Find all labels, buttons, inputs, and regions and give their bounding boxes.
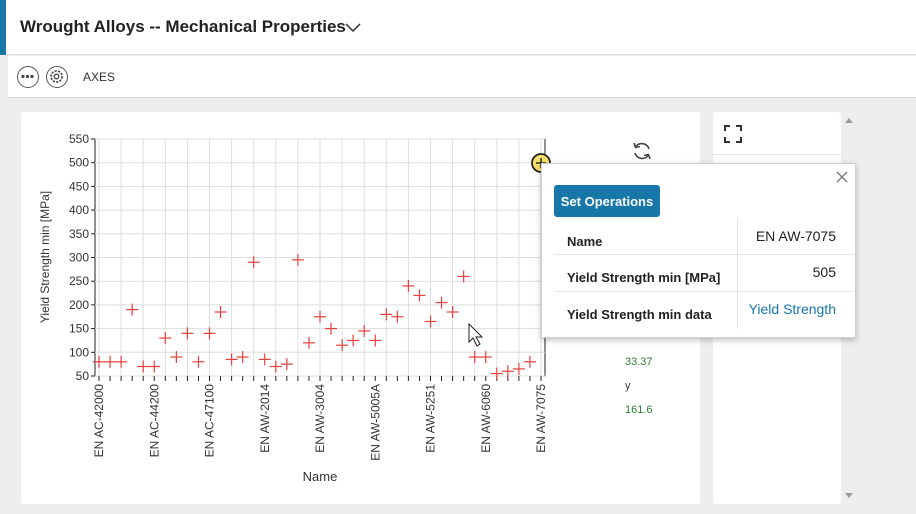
fullscreen-icon[interactable] [724,125,742,143]
y-axis-label: Yield Strength min [MPa] [38,191,52,323]
row-separator [737,255,738,291]
stat-y-value: 161.6 [625,404,653,416]
x-tick-label: EN AW-2014 [258,384,272,453]
row-separator [737,292,738,329]
detail-value: 505 [812,264,836,280]
gear-icon [50,70,63,83]
y-tick-label: 250 [69,274,89,288]
detail-key: Yield Strength min data [567,307,712,322]
x-tick-label: EN AC-44200 [147,384,161,458]
set-operations-button[interactable]: Set Operations [554,185,660,217]
side-divider [713,154,841,155]
header-accent-bar [0,0,6,55]
x-tick-label: EN AW-3004 [313,384,327,453]
x-tick-label: EN AW-5251 [424,384,438,453]
y-tick-label: 100 [69,345,89,359]
x-tick-label: EN AW-7075 [534,384,548,453]
detail-key: Name [567,234,603,249]
detail-row-name: Name EN AW-7075 [554,218,854,255]
toolbar: AXES [8,56,916,98]
x-tick-label: EN AC-42000 [92,384,106,458]
y-tick-label: 150 [69,322,89,336]
y-tick-label: 400 [69,203,89,217]
y-tick-label: 450 [69,179,89,193]
detail-row-yield: Yield Strength min [MPa] 505 [554,255,854,292]
refresh-icon[interactable] [630,139,654,163]
ellipsis-icon [21,74,34,79]
detail-key: Yield Strength min [MPa] [567,270,721,285]
point-details-popup: Set Operations Name EN AW-7075 Yield Str… [541,163,856,338]
axes-label[interactable]: AXES [83,70,115,84]
x-tick-label: EN AC-47100 [203,384,217,458]
scroll-down-arrow[interactable] [845,493,853,498]
detail-value: EN AW-7075 [755,228,836,244]
yield-strength-link[interactable]: Yield Strength [749,301,836,317]
row-separator [737,218,738,254]
settings-button[interactable] [46,66,68,88]
y-tick-label: 300 [69,251,89,265]
y-tick-label: 550 [69,132,89,146]
x-tick-label: EN AW-6060 [479,384,493,453]
close-icon[interactable] [835,170,849,184]
x-tick-label: EN AW-5005A [368,384,382,461]
y-tick-label: 350 [69,227,89,241]
y-tick-label: 200 [69,298,89,312]
page-title: Wrought Alloys -- Mechanical Properties [20,17,346,36]
detail-row-data: Yield Strength min data Yield Strength [554,292,854,329]
scroll-up-arrow[interactable] [845,118,853,123]
chevron-down-icon[interactable] [342,16,364,38]
stat-y-label: y [625,380,631,392]
x-axis-label: Name [303,469,338,484]
more-options-button[interactable] [17,66,39,88]
y-tick-label: 50 [76,369,90,383]
app-header: Wrought Alloys -- Mechanical Properties [0,0,916,55]
stat-x-value: 33.37 [625,356,653,368]
y-tick-label: 500 [69,156,89,170]
